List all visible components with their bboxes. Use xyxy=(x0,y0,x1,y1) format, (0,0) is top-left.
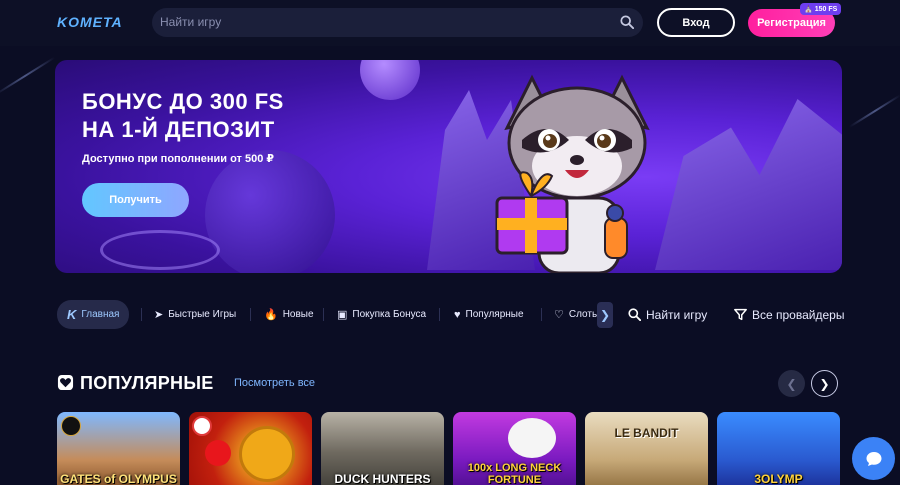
heart-badge-icon: ♥ xyxy=(454,308,461,321)
nav-divider xyxy=(141,308,142,321)
banner-title-line1: БОНУС ДО 300 FS xyxy=(82,89,284,114)
chevron-right-icon: ❯ xyxy=(599,308,611,322)
heart-badge-icon xyxy=(57,374,74,391)
banner-title-line2: НА 1-Й ДЕПОЗИТ xyxy=(82,117,275,142)
raccoon-mascot-illustration xyxy=(495,74,650,273)
nav-divider xyxy=(541,308,542,321)
game-card[interactable] xyxy=(189,412,312,485)
kometa-logo-icon: K xyxy=(67,307,77,322)
search-placeholder: Найти игру xyxy=(160,15,222,29)
get-bonus-button[interactable]: Получить xyxy=(82,183,189,217)
nav-divider xyxy=(323,308,324,321)
banner-subtitle: Доступно при пополнении от 500 ₽ xyxy=(82,153,275,165)
nav-item-slots[interactable]: ♡ Слоты xyxy=(554,300,599,329)
game-card[interactable]: 3OLYMP xyxy=(717,412,840,485)
game-title: DUCK HUNTERS xyxy=(334,472,431,485)
gift-icon: ▣ xyxy=(337,309,348,321)
nav-all-providers[interactable]: Все провайдеры xyxy=(734,300,844,329)
cherry-illustration xyxy=(205,440,231,466)
provider-badge xyxy=(61,416,81,436)
nav-item-label: Главная xyxy=(81,309,120,320)
register-bonus-badge: ⛪ 150 FS xyxy=(800,3,842,15)
nav-item-home[interactable]: K Главная xyxy=(57,300,130,329)
nav-item-popular[interactable]: ♥ Популярные xyxy=(454,300,524,329)
nav-item-fast-games[interactable]: ➤ Быстрые Игры xyxy=(154,300,236,329)
chevron-left-icon: ❮ xyxy=(786,376,797,391)
nav-item-label: Популярные xyxy=(465,309,524,320)
game-card[interactable]: GATES of OLYMPUS xyxy=(57,412,180,485)
logo[interactable]: KOMETA xyxy=(57,14,123,30)
rocket-icon: ➤ xyxy=(154,309,164,321)
search-icon xyxy=(628,308,641,321)
nav-scroll-right-button[interactable]: ❯ xyxy=(597,302,613,328)
carousel-next-button[interactable]: ❯ xyxy=(811,370,838,397)
game-title: 3OLYMP xyxy=(754,472,803,485)
game-title: GATES of OLYMPUS xyxy=(60,472,177,485)
nav-item-label: Покупка Бонуса xyxy=(352,309,427,320)
background-streak xyxy=(0,56,56,96)
top-header: KOMETA Найти игру Вход Регистрация ⛪ 150… xyxy=(0,0,900,46)
nav-item-label: Слоты xyxy=(568,309,600,320)
game-title: 100x LONG NECK FORTUNE xyxy=(467,462,562,485)
nav-item-label: Быстрые Игры xyxy=(168,309,237,320)
chat-bubble-icon xyxy=(866,451,881,466)
game-title: LE BANDIT xyxy=(614,426,679,440)
banner-title: БОНУС ДО 300 FS НА 1-Й ДЕПОЗИТ xyxy=(82,88,284,144)
nav-item-new[interactable]: 🔥 Новые xyxy=(264,300,314,329)
planet-decoration xyxy=(360,60,420,100)
heart-icon: ♡ xyxy=(554,309,564,321)
section-title: ПОПУЛЯРНЫЕ xyxy=(80,373,214,393)
rock-decoration xyxy=(655,99,842,270)
game-card[interactable]: LE BANDIT xyxy=(585,412,708,485)
search-icon[interactable] xyxy=(620,15,634,29)
nav-find-game[interactable]: Найти игру xyxy=(628,300,707,329)
chevron-right-icon: ❯ xyxy=(819,376,830,391)
goose-illustration xyxy=(508,418,556,458)
coin-illustration xyxy=(239,426,295,482)
planet-ring-decoration xyxy=(100,230,220,270)
category-nav: K Главная ➤ Быстрые Игры 🔥 Новые ▣ Покуп… xyxy=(57,300,847,329)
game-card[interactable]: DUCK HUNTERS xyxy=(321,412,444,485)
promo-banner[interactable]: БОНУС ДО 300 FS НА 1-Й ДЕПОЗИТ Доступно … xyxy=(55,60,842,273)
carousel-prev-button[interactable]: ❮ xyxy=(778,370,805,397)
register-badge-text: 150 FS xyxy=(814,5,838,13)
fire-icon: 🔥 xyxy=(264,309,278,321)
nav-item-label: Новые xyxy=(282,309,314,320)
nav-item-buy-bonus[interactable]: ▣ Покупка Бонуса xyxy=(337,300,426,329)
provider-badge xyxy=(192,416,212,436)
game-card[interactable]: 100x LONG NECK FORTUNE xyxy=(453,412,576,485)
nav-item-label: Все провайдеры xyxy=(752,307,845,322)
see-all-link[interactable]: Посмотреть все xyxy=(234,377,315,389)
nav-item-label: Найти игру xyxy=(646,307,708,322)
nav-divider xyxy=(250,308,251,321)
nav-divider xyxy=(439,308,440,321)
support-chat-button[interactable] xyxy=(852,437,895,480)
login-button[interactable]: Вход xyxy=(657,8,735,37)
filter-icon xyxy=(734,308,747,321)
gift-icon: ⛪ xyxy=(804,6,813,13)
background-streak xyxy=(849,94,900,128)
search-bar[interactable]: Найти игру xyxy=(152,8,643,37)
planet-decoration xyxy=(205,150,335,273)
